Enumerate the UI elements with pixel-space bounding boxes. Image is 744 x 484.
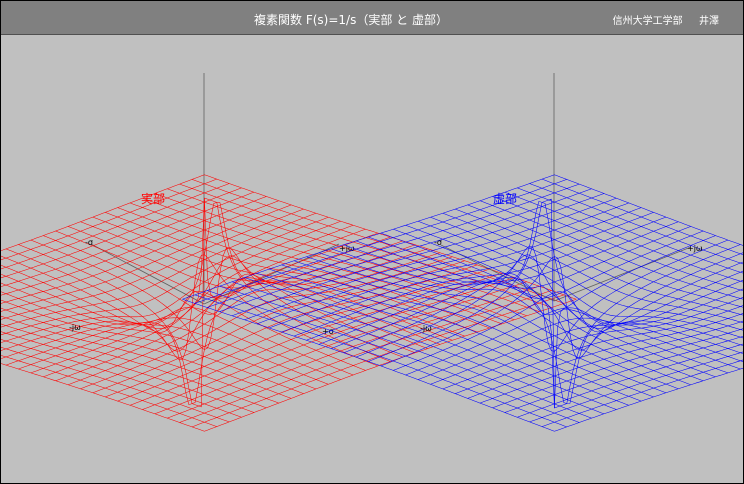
real-part-label: 実部 [141, 191, 165, 206]
real-neg-sigma-label: -σ [85, 238, 93, 247]
imag-neg-jw-label: -jω [420, 324, 432, 333]
real-part-mesh [1, 174, 577, 432]
imag-part-panel: 虚部 -σ +jω -jω [182, 73, 743, 432]
mesh-line [129, 273, 503, 406]
real-neg-jw-label: -jω [69, 323, 81, 332]
mesh-line [492, 328, 743, 409]
mesh-line [517, 187, 743, 274]
mesh-line [1, 323, 267, 409]
imag-part-label: 虚部 [493, 191, 517, 206]
imag-neg-sigma-label: -σ [434, 238, 442, 247]
mesh-line [1, 183, 230, 270]
mesh-line [207, 290, 580, 423]
mesh-line [179, 290, 552, 423]
window-frame: 複素関数 F(s)=1/s（実部 と 虚部） 信州大学工学部 井澤 実部 -σ … [0, 0, 744, 484]
mesh-line [281, 264, 654, 398]
imag-part-mesh [182, 174, 743, 432]
mesh-line [504, 191, 743, 283]
title-bar: 複素関数 F(s)=1/s（実部 と 虚部） 信州大学工学部 井澤 [1, 1, 743, 35]
real-axes [90, 73, 340, 305]
mesh-line [380, 252, 743, 367]
surface-plot-canvas: 実部 -σ +jω +σ -jω 虚部 -σ +jω -jω [1, 73, 743, 432]
imag-axes [440, 73, 692, 302]
mesh-line [30, 202, 403, 374]
mesh-line [442, 297, 743, 390]
mesh-line [1, 291, 317, 390]
mesh-line [1, 200, 279, 304]
real-part-panel: 実部 -σ +jω +σ -jω [1, 73, 577, 432]
mesh-line [380, 232, 743, 404]
mesh-line [417, 279, 743, 380]
imag-pos-jw-label: +jω [687, 244, 703, 253]
mesh-line [541, 178, 743, 256]
mesh-line [194, 294, 567, 428]
mesh-line [167, 285, 540, 419]
page-title: 複素関数 F(s)=1/s（実部 と 虚部） [254, 13, 448, 27]
mesh-line [517, 343, 743, 418]
mesh-line [182, 298, 555, 432]
mesh-line [191, 294, 565, 428]
author-label: 信州大学工学部 井澤 [612, 16, 719, 27]
mesh-line [204, 299, 577, 432]
mesh-line [105, 212, 478, 333]
mesh-line [1, 174, 205, 251]
mesh-line [1, 347, 230, 423]
mesh-line [1, 187, 242, 279]
mesh-line [1, 307, 292, 399]
